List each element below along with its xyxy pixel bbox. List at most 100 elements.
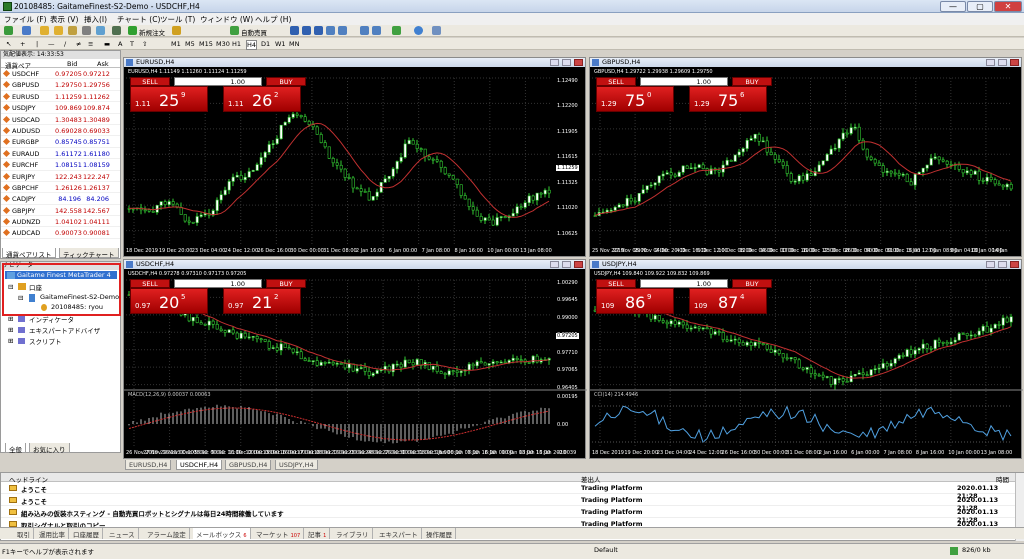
chart-window[interactable]: USDJPY,H4 USDJPY,H4 109.840 109.922 109.8… [589,259,1023,459]
chart-minimize-button[interactable] [986,261,995,268]
col-bid[interactable]: Bid [67,60,77,68]
lot-size-input[interactable]: 1.00 [174,279,262,288]
data-window-icon[interactable] [54,26,63,35]
menu-file[interactable]: ファイル (F) [4,14,47,25]
col-ask[interactable]: Ask [97,60,109,68]
minimize-button[interactable]: — [940,1,966,12]
menu-view[interactable]: 表示 (V) [50,14,78,25]
new-chart-icon[interactable] [4,26,13,35]
tf-w1[interactable]: W1 [275,40,286,48]
chart-tab-eurusd[interactable]: EURUSD,H4 [125,460,172,470]
tf-m30[interactable]: M30 [216,40,230,48]
menu-tools[interactable]: ツール (T) [160,14,195,25]
terminal-icon[interactable] [82,26,91,35]
buy-price-box[interactable]: 1.29 75 6 [689,86,767,112]
zoom-in-icon[interactable] [326,26,335,35]
terminal-tab[interactable]: 口座履歴 [70,528,103,539]
buy-button[interactable]: BUY [266,279,306,288]
tf-d1[interactable]: D1 [261,40,270,48]
channel-icon[interactable]: ≠ [76,40,81,48]
menu-chart[interactable]: チャート (C) [117,14,160,25]
maximize-button[interactable]: ▢ [967,1,993,12]
new-order-icon[interactable] [128,26,137,35]
tab-tick-chart[interactable]: ティックチャート [59,248,119,259]
market-watch-row[interactable]: GBPJPY 142.558 142.567 [1,205,120,217]
buy-price-box[interactable]: 0.97 21 2 [223,288,301,314]
chart-close-button[interactable] [1010,59,1019,66]
lot-size-input[interactable]: 1.00 [174,77,262,86]
sell-price-box[interactable]: 1.29 75 0 [596,86,674,112]
sell-button[interactable]: SELL [130,279,170,288]
shapes-icon[interactable]: ▬ [104,40,110,48]
sell-button[interactable]: SELL [596,77,636,86]
sell-button[interactable]: SELL [130,77,170,86]
terminal-tab[interactable]: マーケット 107 [253,528,305,539]
arrows-icon[interactable]: ⇧ [142,40,147,48]
indicators-icon[interactable] [392,26,401,35]
new-order-button[interactable]: 新規注文 [139,27,165,37]
chart-tab-usdchf[interactable]: USDCHF,H4 [176,460,223,470]
terminal-tab[interactable]: 操作履歴 [423,528,456,539]
tester-icon[interactable] [96,26,105,35]
market-watch-row[interactable]: EURUSD 1.11259 1.11262 [1,91,120,103]
terminal-tab[interactable]: メールボックス 6 [193,528,251,539]
chart-maximize-button[interactable] [998,261,1007,268]
chart-window[interactable]: EURUSD,H4 EURUSD,H4 1.11149 1.11260 1.111… [123,57,586,257]
buy-price-box[interactable]: 1.11 26 2 [223,86,301,112]
terminal-row[interactable]: ようこそ Trading Platform 2020.01.13 21:28 [1,483,1015,500]
tf-mn[interactable]: MN [289,40,299,48]
chart-minimize-button[interactable] [550,261,559,268]
expand-experts-icon[interactable]: ⊞ [8,326,13,334]
candle-chart-icon[interactable] [302,26,311,35]
chart-tab-gbpusd[interactable]: GBPUSD,H4 [225,460,272,470]
navigator-experts[interactable]: エキスパートアドバイザ [29,325,100,335]
profiles-icon[interactable] [22,26,31,35]
market-watch-row[interactable]: USDCHF 0.97205 0.97212 [1,68,120,80]
terminal-tab[interactable]: 記事 1 [305,528,331,539]
crosshair-icon[interactable]: + [20,40,25,48]
zoom-out-icon[interactable] [338,26,347,35]
menu-window[interactable]: ウィンドウ (W) [200,14,253,25]
terminal-tab[interactable]: ライブラリ [333,528,373,539]
buy-button[interactable]: BUY [266,77,306,86]
chart-title[interactable]: USDCHF,H4 [124,260,585,269]
market-watch-row[interactable]: EURJPY 122.243 122.247 [1,171,120,182]
close-button[interactable]: ✕ [994,1,1022,12]
chart-close-button[interactable] [1010,261,1019,268]
cursor-icon[interactable]: ↖ [6,40,11,48]
tf-m5[interactable]: M5 [185,40,195,48]
sell-button[interactable]: SELL [596,279,636,288]
market-watch-row[interactable]: USDCAD 1.30483 1.30489 [1,114,120,125]
expand-scripts-icon[interactable]: ⊞ [8,337,13,345]
terminal-tab[interactable]: エキスパート [376,528,422,539]
market-watch-row[interactable]: CADJPY 84.196 84.206 [1,193,120,205]
market-watch-row[interactable]: EURAUD 1.61172 1.61180 [1,148,120,160]
tf-m15[interactable]: M15 [199,40,213,48]
fibo-icon[interactable]: ≡ [88,40,93,48]
market-watch-row[interactable]: USDJPY 109.869 109.874 [1,102,120,114]
tab-favorites[interactable]: お気に入り [29,443,70,454]
auto-trading-play-icon[interactable] [230,26,239,35]
metaeditor-icon[interactable] [112,26,121,35]
tab-symbols-list[interactable]: 通貨ペアリスト [2,248,56,259]
text-tool-icon[interactable]: A [118,40,122,48]
tab-common[interactable]: 全般 [5,443,26,454]
menu-insert[interactable]: 挿入(I) [84,14,107,25]
market-watch-row[interactable]: AUDCAD 0.90073 0.90081 [1,227,120,239]
terminal-tab[interactable]: ニュース [106,528,139,539]
buy-button[interactable]: BUY [732,77,772,86]
chart-window[interactable]: USDCHF,H4 USDCHF,H4 0.97278 0.97310 0.971… [123,259,587,459]
chart-tab-usdjpy[interactable]: USDJPY,H4 [275,460,318,470]
buy-price-box[interactable]: 109 87 4 [689,288,767,314]
buy-button[interactable]: BUY [732,279,772,288]
terminal-tab[interactable]: アラーム設定 [144,528,190,539]
terminal-tab[interactable]: 運用比率 [36,528,69,539]
chart-maximize-button[interactable] [562,261,571,268]
chart-maximize-button[interactable] [562,59,571,66]
periods-icon[interactable] [414,26,423,35]
trendline-icon[interactable]: / [64,40,66,48]
market-watch-row[interactable]: GBPCHF 1.26126 1.26137 [1,182,120,194]
menu-help[interactable]: ヘルプ (H) [255,14,291,25]
chart-maximize-button[interactable] [998,59,1007,66]
expand-indicators-icon[interactable]: ⊞ [8,315,13,323]
